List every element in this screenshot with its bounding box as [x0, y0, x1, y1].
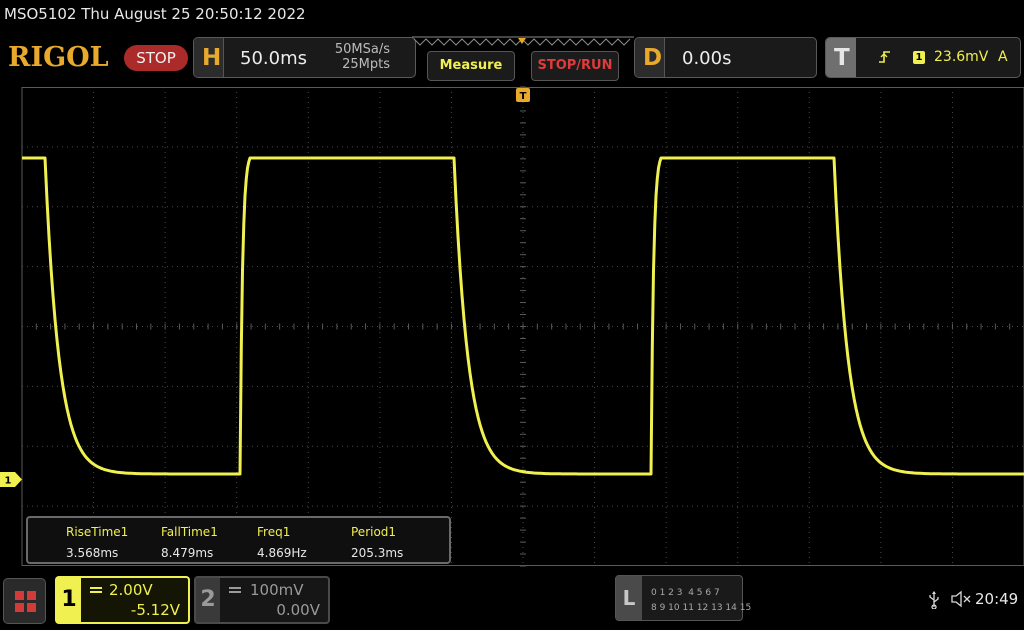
trigger-position-icon: T — [516, 88, 530, 102]
channel-2-offset: 0.00V — [276, 601, 320, 619]
logic-analyzer-panel[interactable]: L 0 1 2 3 4 5 6 7 8 9 10 11 12 13 14 15 — [615, 575, 751, 621]
logic-channels-row-2: 8 9 10 11 12 13 14 15 — [651, 603, 752, 613]
measurement-results-panel: RiseTime1 3.568ms FallTime1 8.479ms Freq… — [26, 516, 451, 564]
measurement-value: 8.479ms — [161, 546, 214, 560]
measurement-value: 205.3ms — [351, 546, 404, 560]
channel-1-offset: -5.12V — [130, 601, 180, 619]
ch1-marker-label: 1 — [5, 476, 12, 487]
dc-coupling-icon — [229, 587, 241, 593]
channel-1-number: 1 — [57, 578, 81, 622]
dc-coupling-icon — [90, 587, 102, 593]
measurement-value: 3.568ms — [66, 546, 119, 560]
measurement-name: FallTime1 — [161, 525, 218, 539]
channel-1-panel[interactable]: 1 2.00V -5.12V — [55, 576, 190, 624]
main-menu-button[interactable] — [3, 578, 46, 624]
logic-channels-row-1: 0 1 2 3 4 5 6 7 — [651, 588, 720, 598]
ch1-waveform-trace — [22, 156, 1024, 476]
usb-icon — [928, 591, 940, 613]
ch1-offset-marker[interactable]: 1 — [0, 472, 22, 487]
logic-letter: L — [616, 576, 642, 620]
channel-1-scale: 2.00V — [109, 581, 153, 599]
bottom-bar: 1 2.00V -5.12V 2 100mV 0.00V L 0 1 2 3 4… — [0, 574, 1024, 630]
channel-2-number: 2 — [196, 578, 220, 622]
channel-2-panel[interactable]: 2 100mV 0.00V — [194, 576, 330, 624]
measurement-value: 4.869Hz — [257, 546, 307, 560]
status-clock: 20:49 — [975, 590, 1019, 608]
measurement-name: Freq1 — [257, 525, 291, 539]
speaker-muted-icon[interactable] — [951, 590, 971, 612]
measurement-name: RiseTime1 — [66, 525, 129, 539]
grid-menu-icon — [15, 591, 37, 613]
trigger-position-letter: T — [520, 91, 527, 102]
measurement-name: Period1 — [351, 525, 397, 539]
channel-2-scale: 100mV — [250, 581, 304, 599]
